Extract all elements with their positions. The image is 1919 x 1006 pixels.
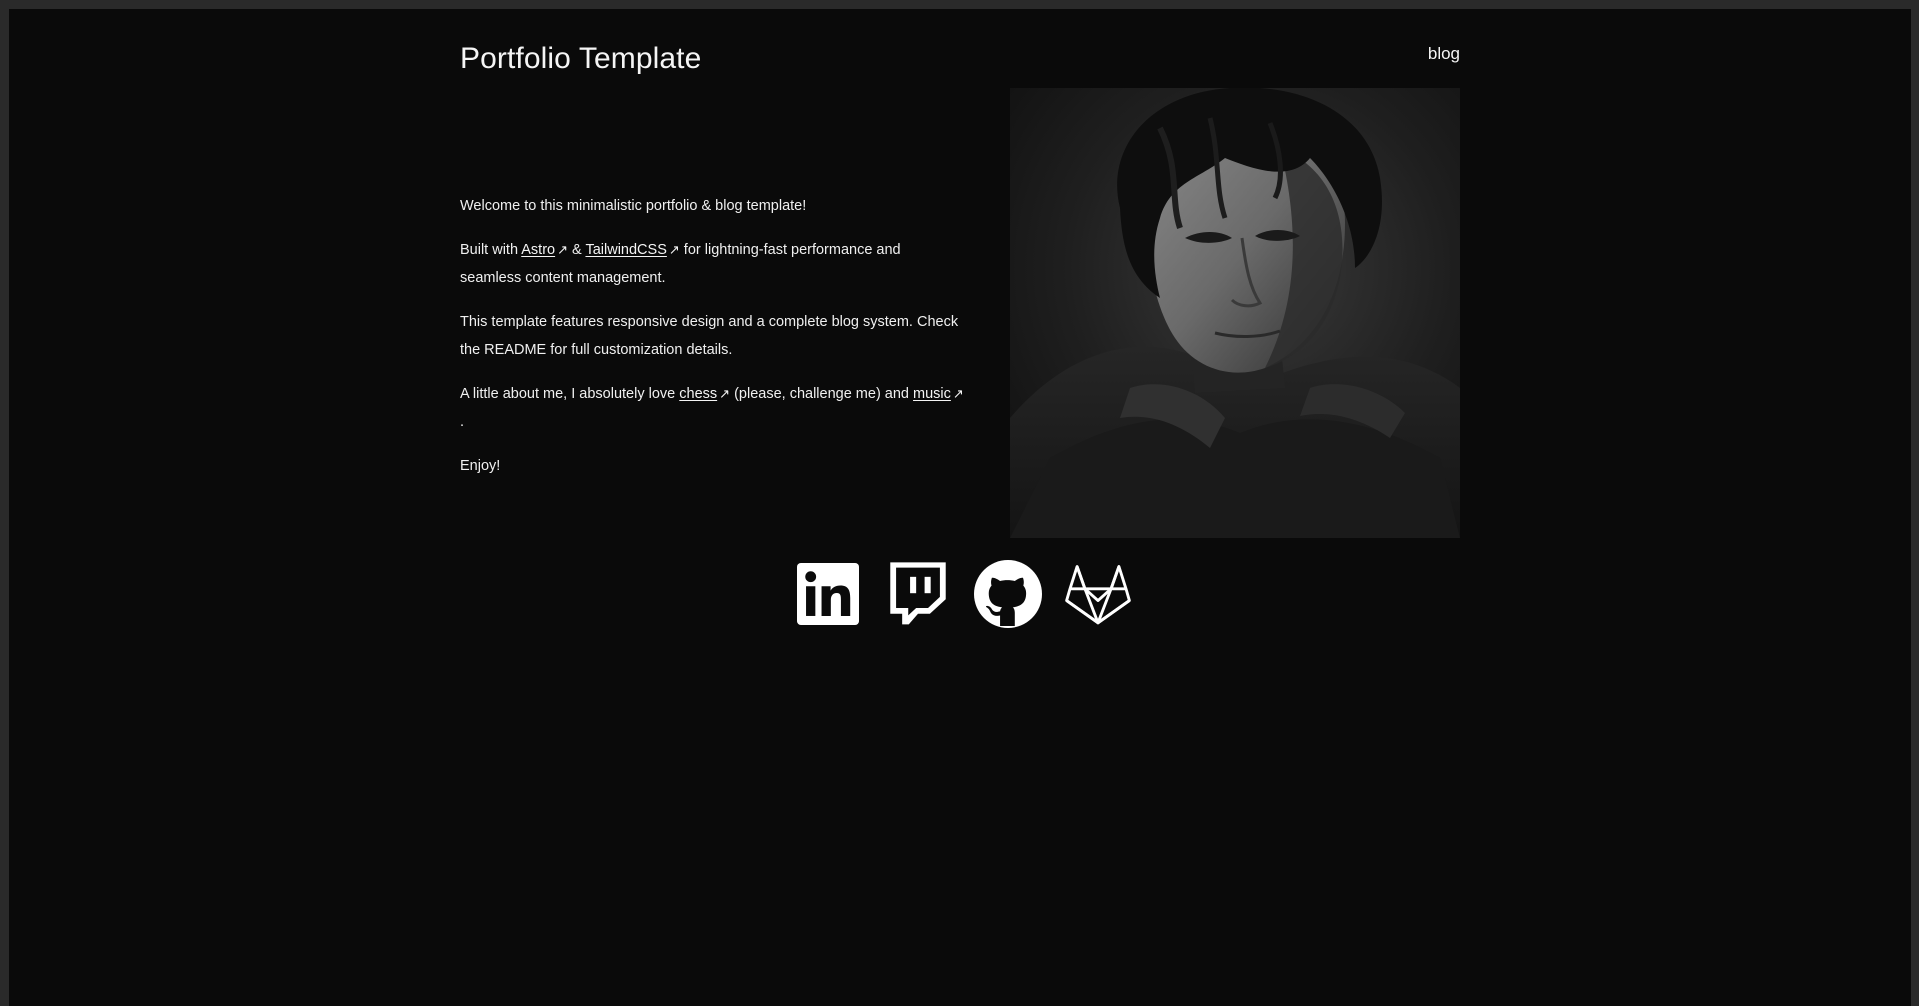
social-links	[794, 560, 1132, 628]
about-middle-text: (please, challenge me) and	[730, 386, 914, 402]
intro-about: A little about me, I absolutely love che…	[460, 380, 965, 436]
linkedin-link[interactable]	[794, 560, 862, 628]
astro-link[interactable]: Astro ↗	[521, 242, 568, 258]
astro-link-label: Astro	[521, 242, 556, 258]
page-container: Portfolio Template blog Welcome to this …	[460, 9, 1460, 1006]
linkedin-icon	[797, 563, 859, 625]
external-link-icon: ↗	[719, 386, 731, 401]
about-suffix-text: .	[460, 414, 465, 430]
external-link-icon: ↗	[557, 242, 568, 257]
chess-link[interactable]: chess ↗	[679, 386, 730, 402]
external-link-icon: ↗	[668, 242, 680, 257]
page-title[interactable]: Portfolio Template	[460, 39, 701, 79]
intro-built-with: Built with Astro ↗ & TailwindCSS ↗ for lig…	[460, 236, 965, 292]
gitlab-link[interactable]	[1064, 560, 1132, 628]
music-link-label: music	[913, 386, 951, 402]
browser-viewport: Portfolio Template blog Welcome to this …	[9, 9, 1911, 1006]
gitlab-icon	[1065, 565, 1131, 625]
portrait-image	[1010, 88, 1460, 538]
tailwind-link[interactable]: TailwindCSS ↗	[585, 242, 679, 258]
external-link-icon: ↗	[952, 386, 964, 401]
github-icon	[974, 560, 1042, 628]
intro-text: Welcome to this minimalistic portfolio &…	[460, 192, 965, 496]
music-link[interactable]: music ↗	[913, 386, 964, 402]
nav-link-blog[interactable]: blog	[1428, 43, 1460, 65]
intro-features: This template features responsive design…	[460, 314, 959, 358]
portrait-illustration	[1010, 88, 1460, 538]
about-prefix-text: A little about me, I absolutely love	[460, 386, 680, 402]
intro-welcome: Welcome to this minimalistic portfolio &…	[460, 198, 807, 214]
built-prefix-text: Built with	[460, 242, 522, 258]
tailwind-link-label: TailwindCSS	[585, 242, 667, 258]
github-link[interactable]	[974, 560, 1042, 628]
intro-enjoy: Enjoy!	[460, 458, 501, 474]
chess-link-label: chess	[679, 386, 718, 402]
twitch-link[interactable]	[884, 560, 952, 628]
ampersand-text: &	[568, 242, 586, 258]
twitch-icon	[890, 562, 946, 625]
